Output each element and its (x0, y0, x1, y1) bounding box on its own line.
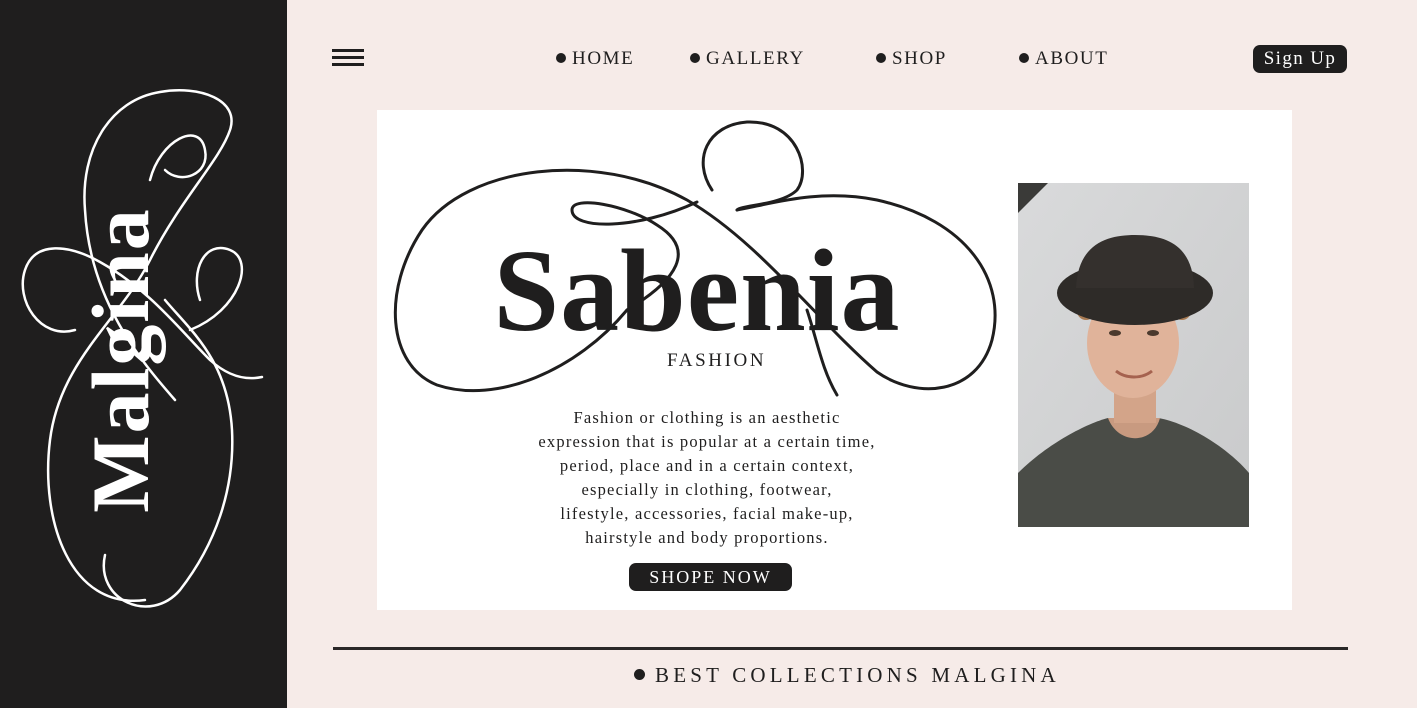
collections-label: BEST COLLECTIONS MALGINA (655, 663, 1060, 687)
description-line: expression that is popular at a certain … (538, 432, 876, 451)
sidebar: Malgina (0, 0, 287, 708)
description-line: hairstyle and body proportions. (585, 528, 829, 547)
bullet-dot-icon (634, 668, 645, 680)
malgina-logo: Malgina (21, 89, 264, 608)
description-line: Fashion or clothing is an aesthetic (573, 408, 841, 427)
bullet-dot-icon (690, 52, 700, 63)
description-line: lifestyle, accessories, facial make-up, (560, 504, 854, 523)
collections-heading: BEST COLLECTIONS MALGINA (0, 661, 1417, 689)
nav-about-label: ABOUT (1035, 48, 1109, 69)
hamburger-menu-icon[interactable] (332, 49, 365, 69)
nav-home-label: HOME (572, 48, 635, 69)
nav-shop-label: SHOP (892, 48, 947, 69)
description-line: especially in clothing, footwear, (581, 480, 833, 499)
hero-card: Sabenia FASHION Fashion or clothing is a… (377, 110, 1292, 610)
bullet-dot-icon (876, 52, 886, 63)
hero-description: Fashion or clothing is an aesthetic expr… (507, 406, 907, 550)
bullet-dot-icon (556, 52, 566, 63)
nav-gallery-label: GALLERY (706, 48, 805, 69)
nav-gallery[interactable]: GALLERY (690, 46, 805, 72)
malgina-logo-text: Malgina (75, 207, 166, 513)
model-photo (1018, 183, 1249, 527)
shop-now-button[interactable]: SHOPE NOW (629, 563, 792, 591)
bullet-dot-icon (1019, 52, 1029, 63)
brand-name: Sabenia (493, 225, 900, 356)
sign-up-button[interactable]: Sign Up (1253, 45, 1347, 73)
description-line: period, place and in a certain context, (559, 456, 855, 475)
nav-home[interactable]: HOME (556, 46, 634, 72)
section-divider (333, 647, 1348, 650)
brand-subtitle: FASHION (667, 350, 767, 371)
nav-shop[interactable]: SHOP (876, 46, 947, 72)
nav-about[interactable]: ABOUT (1019, 46, 1108, 72)
